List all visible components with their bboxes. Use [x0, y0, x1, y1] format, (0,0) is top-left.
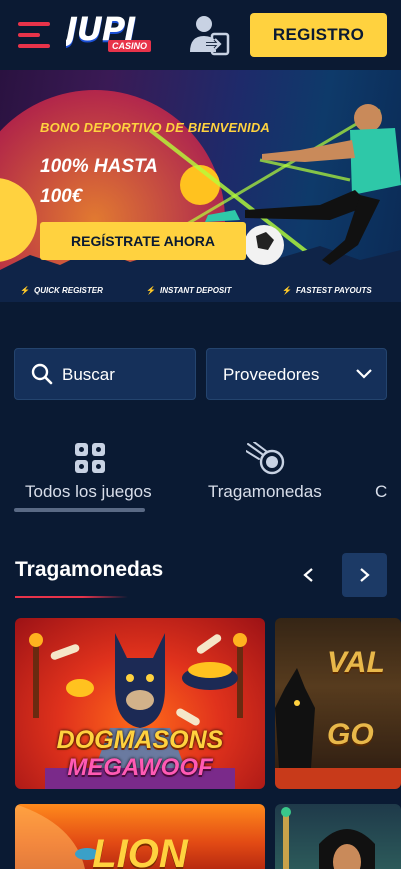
carousel-next-button[interactable] [342, 553, 387, 597]
bolt-icon: ⚡ [282, 286, 292, 295]
category-label: Todos los juegos [25, 482, 152, 501]
feature-label: QUICK REGISTER [33, 286, 103, 295]
top-header: JUPI CASINO REGISTRO [0, 0, 401, 70]
game-artwork [281, 807, 375, 869]
banner-offer-line1: 100% HASTA [40, 156, 158, 177]
banner-title: BONO DEPORTIVO DE BIENVENIDA [40, 120, 271, 135]
login-user-icon[interactable] [190, 14, 230, 56]
game-card[interactable]: VAL GO [275, 618, 401, 789]
menu-icon[interactable] [18, 22, 50, 48]
game-card[interactable]: LION [15, 804, 265, 869]
game-subtitle: MEGAWOOF [67, 754, 213, 781]
category-label: C [375, 482, 388, 501]
game-artwork [275, 618, 401, 789]
register-button[interactable]: REGISTRO [250, 13, 387, 57]
search-input[interactable]: Buscar [14, 348, 196, 400]
promo-banner[interactable]: BONO DEPORTIVO DE BIENVENIDA 100% HASTA … [0, 70, 401, 302]
search-placeholder: Buscar [62, 365, 115, 384]
game-title: VAL [327, 646, 385, 679]
category-label: Tragamonedas [208, 482, 322, 501]
chevron-left-icon [303, 568, 313, 582]
game-card[interactable]: DOGMASONS MEGAWOOF [15, 618, 265, 789]
feature-fastest-payouts: ⚡ FASTEST PAYOUTS [282, 286, 372, 295]
grid-icon [75, 443, 105, 473]
feature-quick-register: ⚡ QUICK REGISTER [20, 286, 103, 295]
game-title: LION [92, 832, 188, 869]
meteor-icon [246, 442, 285, 475]
logo-subtext: CASINO [108, 40, 152, 52]
search-icon [31, 363, 53, 385]
feature-label: FASTEST PAYOUTS [295, 286, 372, 295]
chevron-right-icon [360, 568, 370, 582]
providers-label: Proveedores [223, 365, 320, 384]
logo[interactable]: JUPI CASINO [66, 10, 152, 58]
bolt-icon: ⚡ [146, 286, 156, 295]
game-title: DOGMASONS [56, 726, 224, 754]
section-title: Tragamonedas [15, 558, 164, 581]
bolt-icon: ⚡ [20, 286, 30, 295]
providers-dropdown[interactable]: Proveedores [206, 348, 387, 400]
banner-register-button[interactable]: REGÍSTRATE AHORA [40, 222, 246, 260]
game-card[interactable] [275, 804, 401, 869]
chevron-down-icon [356, 369, 372, 379]
feature-instant-deposit: ⚡ INSTANT DEPOSIT [146, 286, 231, 295]
feature-label: INSTANT DEPOSIT [159, 286, 232, 295]
category-tab-all-games[interactable]: Todos los juegos [14, 440, 154, 510]
active-tab-indicator [14, 508, 145, 512]
banner-offer-line2: 100€ [40, 186, 83, 207]
category-tab-slots[interactable]: Tragamonedas [200, 440, 340, 510]
category-tab-partial[interactable]: C [370, 440, 401, 510]
section-title-underline [15, 596, 128, 598]
game-subtitle: GO [327, 718, 374, 751]
carousel-prev-button[interactable] [294, 553, 324, 597]
